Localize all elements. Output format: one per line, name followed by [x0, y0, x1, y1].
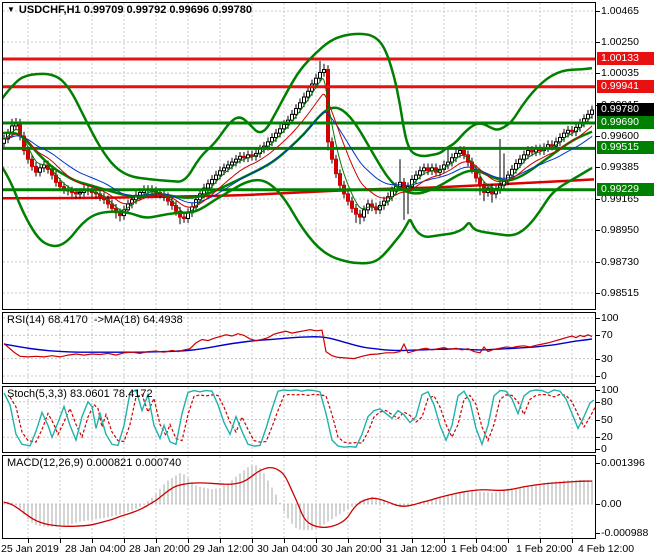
time-axis-label: 31 Jan 12:00 — [386, 543, 447, 555]
rsi-axis-label: 100 — [596, 312, 619, 324]
price-level-badge: 0.99515 — [597, 141, 654, 155]
price-level-badge: 0.99229 — [597, 182, 654, 196]
chart-window: ▼ USDCHF,H1 0.99709 0.99792 0.99696 0.997… — [0, 0, 660, 560]
time-axis-label: 29 Jan 12:00 — [193, 543, 254, 555]
price-level-badge: 0.99690 — [597, 116, 654, 130]
rsi-label: RSI(14) 68.4170 ->MA(18) 64.4938 — [7, 314, 183, 326]
stoch-axis-label: 80 — [596, 395, 613, 408]
main-chart-pane[interactable] — [2, 2, 596, 310]
time-axis-label: 28 Jan 20:00 — [129, 543, 190, 555]
price-axis-label: 0.99385 — [596, 161, 639, 174]
stochastic-label: Stoch(5,3,3) 83.0601 78.4172 — [7, 388, 153, 400]
stoch-axis-label: 50 — [596, 413, 613, 426]
stoch-axis-label: 100 — [596, 384, 619, 396]
ohlc-high: 0.99792 — [126, 4, 167, 16]
time-axis-tick — [508, 539, 509, 543]
price-axis-label: 0.98730 — [596, 255, 639, 268]
time-axis-label: 1 Feb 04:00 — [451, 543, 508, 555]
ohlc-close: 0.99780 — [212, 4, 252, 16]
time-axis-tick — [60, 539, 61, 543]
macd-label: MACD(12,26,9) 0.000821 0.000740 — [7, 457, 182, 469]
time-axis-label: 28 Jan 04:00 — [65, 543, 126, 555]
chart-title: ▼ USDCHF,H1 0.99709 0.99792 0.99696 0.997… — [7, 4, 252, 16]
price-level-badge: 1.00133 — [597, 51, 654, 65]
stoch-axis-label: 0 — [596, 443, 607, 455]
price-axis-label: 1.00465 — [596, 4, 639, 17]
rsi-axis-label: 30 — [596, 352, 613, 365]
rsi-axis-label: 70 — [596, 329, 613, 342]
price-axis-label: 0.99600 — [596, 130, 639, 143]
price-level-badge: 0.99780 — [597, 103, 654, 117]
time-axis-label: 30 Jan 04:00 — [257, 543, 318, 555]
ohlc-open: 0.99709 — [83, 4, 124, 16]
time-axis-label: 25 Jan 2019 — [1, 543, 59, 555]
symbol-period-label: USDCHF,H1 — [18, 4, 81, 16]
main-chart-canvas — [3, 3, 595, 309]
macd-axis-label: 0.001396 — [596, 456, 645, 469]
price-axis-label: 1.00250 — [596, 36, 639, 49]
rsi-axis-label: 0 — [596, 370, 607, 382]
price-axis-label: 1.00035 — [596, 67, 639, 80]
price-axis-label: 0.98950 — [596, 224, 639, 237]
time-axis-label: 4 Feb 12:00 — [578, 543, 635, 555]
ohlc-low: 0.99696 — [169, 4, 210, 16]
time-axis-label: 1 Feb 20:00 — [516, 543, 573, 555]
stoch-axis-label: 20 — [596, 431, 613, 444]
time-axis-label: 30 Jan 20:00 — [321, 543, 382, 555]
price-level-badge: 0.99941 — [597, 79, 654, 93]
time-axis-tick — [572, 539, 573, 543]
price-axis-label: 0.98515 — [596, 286, 639, 299]
main-chart-layers — [3, 3, 595, 309]
symbol-dropdown-icon[interactable]: ▼ — [7, 5, 15, 14]
macd-axis-label: -0.000988 — [595, 527, 649, 540]
macd-axis-label: 0.00 — [595, 498, 622, 510]
